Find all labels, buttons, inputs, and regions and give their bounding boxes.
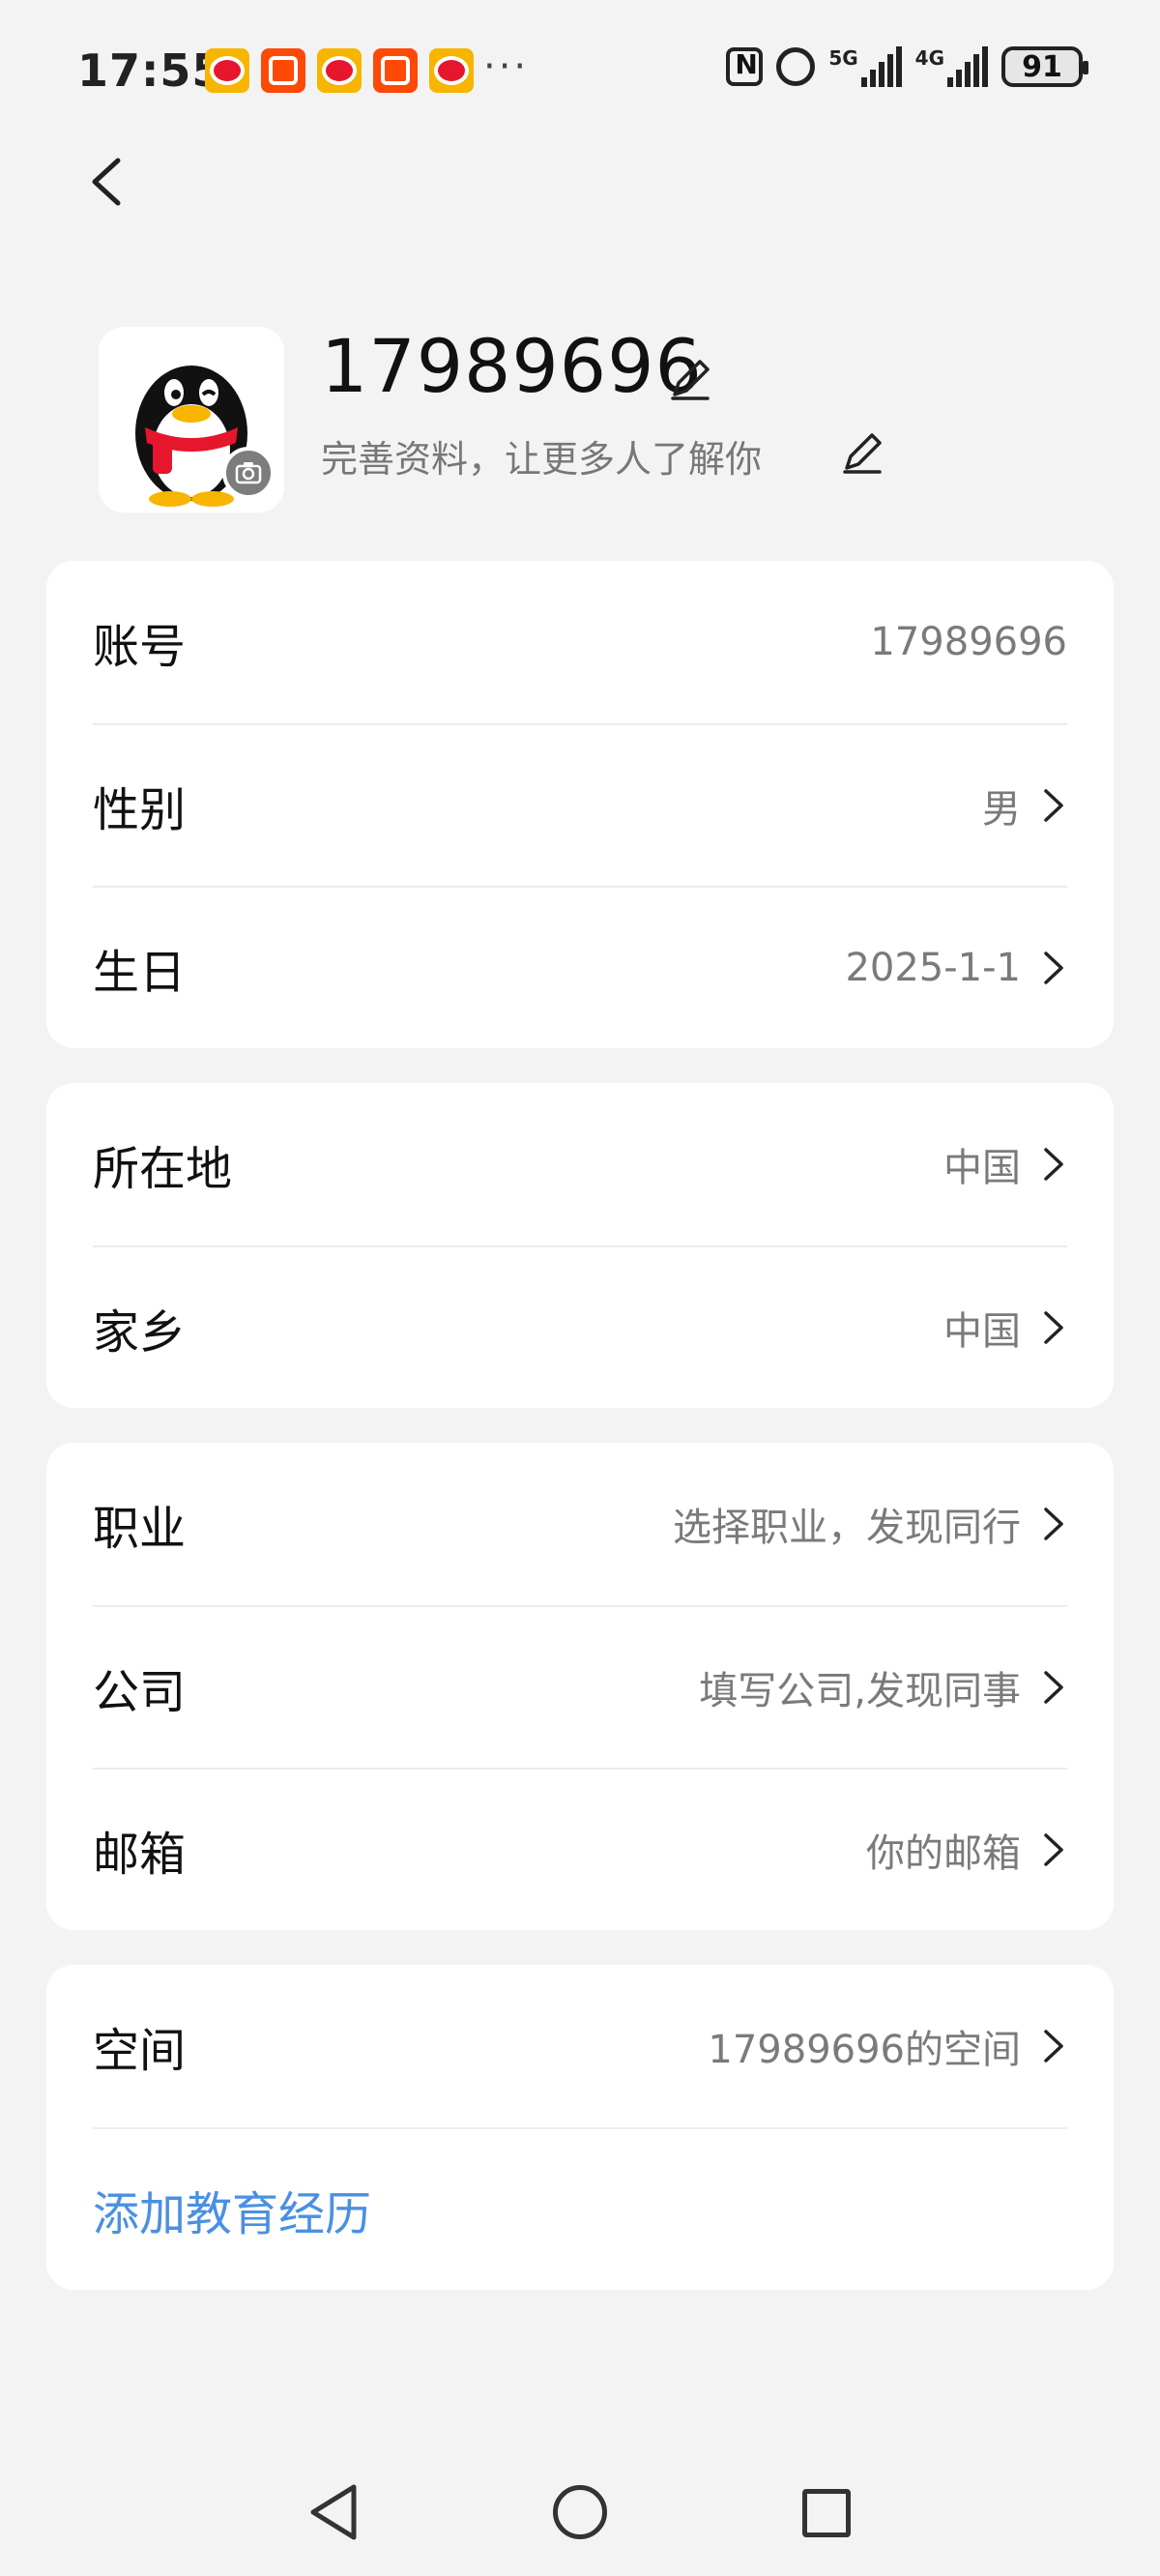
chevron-right-icon xyxy=(1044,1311,1063,1344)
chevron-right-icon xyxy=(1044,1671,1063,1704)
row-label: 职业 xyxy=(93,1502,187,1556)
row-label: 家乡 xyxy=(93,1305,187,1360)
company-value: 填写公司,发现同事 xyxy=(699,1669,1021,1713)
signal-5g-icon: 5G xyxy=(828,46,902,87)
row-label: 空间 xyxy=(93,2024,187,2078)
system-icons: 5G 4G 91 xyxy=(726,46,1088,87)
signal-4g-icon: 4G xyxy=(915,46,988,87)
row-label: 公司 xyxy=(93,1665,187,1719)
nav-recent-apps-button[interactable] xyxy=(802,2489,851,2537)
weibo-icon xyxy=(205,48,249,93)
birthday-value: 2025-1-1 xyxy=(845,946,1021,990)
status-bar: 17:55 ··· 5G 4G 91 xyxy=(0,0,1160,145)
row-label: 账号 xyxy=(93,620,187,674)
avatar[interactable] xyxy=(99,327,284,512)
occupation-value: 选择职业，发现同行 xyxy=(673,1506,1021,1550)
edit-bio-icon[interactable] xyxy=(837,427,887,478)
row-label: 生日 xyxy=(93,946,187,1000)
add-education-link[interactable]: 添加教育经历 xyxy=(93,2176,371,2243)
chevron-right-icon xyxy=(1044,1833,1063,1866)
kuaishou-icon xyxy=(261,48,305,93)
space-card: 空间 17989696的空间 添加教育经历 xyxy=(46,1965,1114,2290)
location-card: 所在地 中国 家乡 中国 xyxy=(46,1083,1114,1408)
account-value: 17989696 xyxy=(870,620,1067,664)
company-row[interactable]: 公司 填写公司,发现同事 xyxy=(93,1605,1067,1768)
camera-icon[interactable] xyxy=(222,447,275,499)
back-button[interactable] xyxy=(81,153,139,211)
edit-nickname-icon[interactable] xyxy=(665,354,715,404)
chevron-right-icon xyxy=(1044,1508,1063,1540)
battery-level: 91 xyxy=(1022,49,1062,84)
chevron-left-icon xyxy=(92,158,121,206)
profile-bio[interactable]: 完善资料，让更多人了解你 xyxy=(321,429,762,483)
row-label: 邮箱 xyxy=(93,1828,187,1882)
space-value: 17989696的空间 xyxy=(708,2028,1021,2072)
location-value: 中国 xyxy=(943,1146,1021,1190)
weibo-icon xyxy=(429,48,474,93)
occupation-row[interactable]: 职业 选择职业，发现同行 xyxy=(93,1443,1067,1605)
chevron-right-icon xyxy=(1044,1148,1063,1181)
nav-home-button[interactable] xyxy=(553,2485,607,2539)
space-row[interactable]: 空间 17989696的空间 xyxy=(93,1965,1067,2127)
kuaishou-icon xyxy=(373,48,418,93)
basic-info-card: 账号 17989696 性别 男 生日 2025-1-1 xyxy=(46,561,1114,1048)
chevron-right-icon xyxy=(1044,951,1063,984)
email-row[interactable]: 邮箱 你的邮箱 xyxy=(93,1768,1067,1930)
chevron-right-icon xyxy=(1044,789,1063,822)
triangle-back-icon xyxy=(310,2484,357,2540)
row-label: 所在地 xyxy=(93,1142,233,1196)
location-row[interactable]: 所在地 中国 xyxy=(93,1083,1067,1245)
birthday-row[interactable]: 生日 2025-1-1 xyxy=(93,886,1067,1048)
account-row: 账号 17989696 xyxy=(93,561,1067,723)
add-education-row[interactable]: 添加教育经历 xyxy=(93,2127,1067,2290)
nickname: 17989696 xyxy=(321,323,703,409)
hometown-row[interactable]: 家乡 中国 xyxy=(93,1245,1067,1408)
email-value: 你的邮箱 xyxy=(866,1831,1021,1876)
alarm-icon xyxy=(776,47,816,86)
battery-icon: 91 xyxy=(1001,46,1088,87)
nav-back-button[interactable] xyxy=(305,2481,363,2543)
gender-value: 男 xyxy=(982,787,1021,832)
weibo-icon xyxy=(317,48,362,93)
work-card: 职业 选择职业，发现同行 公司 填写公司,发现同事 邮箱 你的邮箱 xyxy=(46,1443,1114,1930)
notification-icons xyxy=(205,48,474,93)
chevron-right-icon xyxy=(1044,2030,1063,2063)
gender-row[interactable]: 性别 男 xyxy=(93,723,1067,886)
hometown-value: 中国 xyxy=(943,1309,1021,1354)
more-notifications-icon: ··· xyxy=(483,44,530,89)
nfc-icon xyxy=(726,47,764,86)
row-label: 性别 xyxy=(93,783,187,837)
status-time: 17:55 xyxy=(77,44,224,97)
